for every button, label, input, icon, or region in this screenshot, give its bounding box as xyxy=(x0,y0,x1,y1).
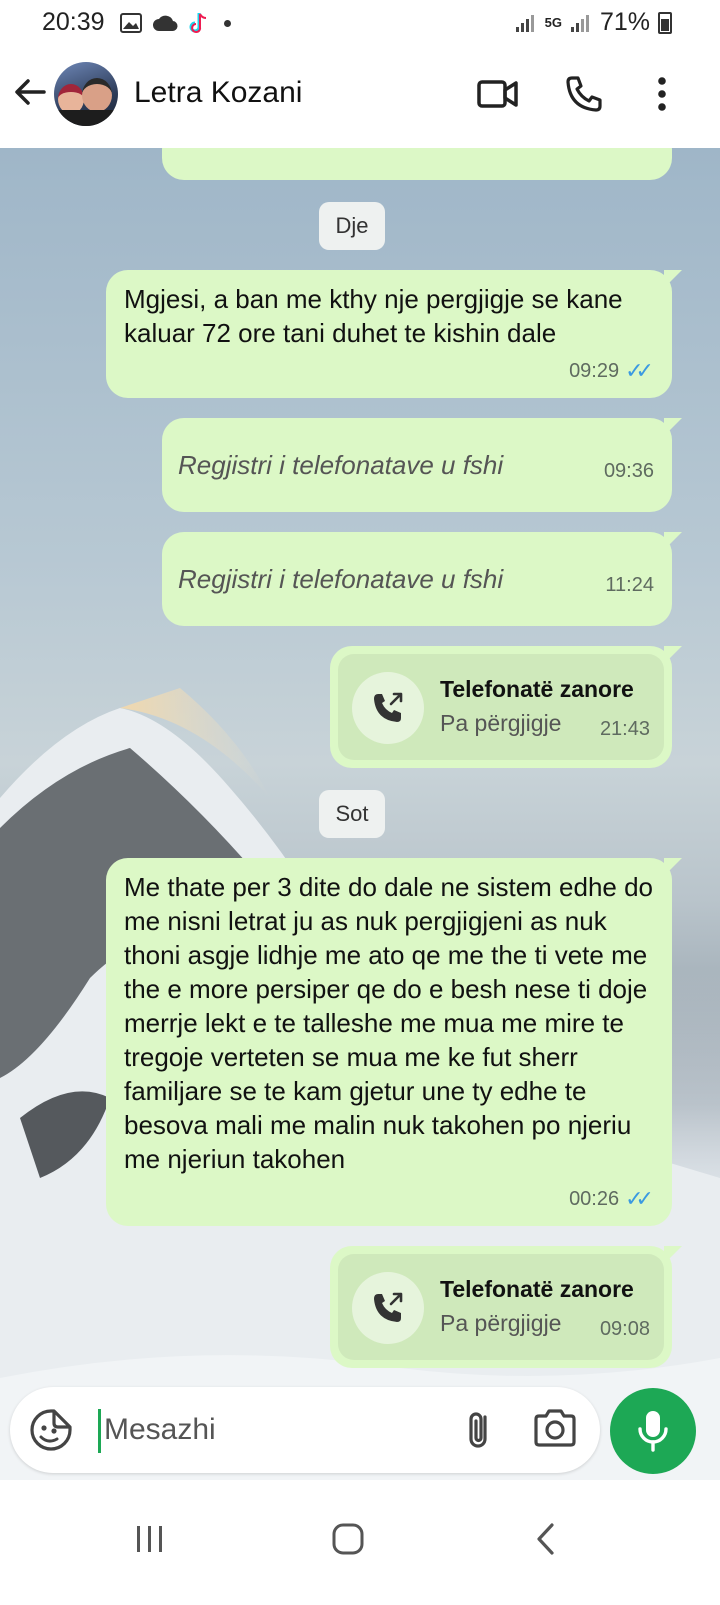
message-time: 09:36 xyxy=(603,460,654,482)
deleted-message-text: Regjistri i telefonatave u fshi xyxy=(178,564,504,594)
video-call-icon xyxy=(477,80,518,108)
more-icon xyxy=(658,77,666,111)
system-icons: 5G 71% xyxy=(515,8,672,37)
missed-call-icon xyxy=(374,692,403,722)
voice-message-button[interactable] xyxy=(610,1388,696,1474)
message-meta: 11:24 xyxy=(605,568,654,602)
emoji-button[interactable] xyxy=(28,1407,74,1453)
call-bubble[interactable]: Telefonatë zanore Pa përgjigje 09:08 xyxy=(330,1246,682,1368)
message-bubble[interactable]: Me thate per 3 dite do dale ne sistem ed… xyxy=(106,858,682,1226)
battery-level: 71% xyxy=(599,8,650,36)
contact-name[interactable]: Letra Kozani xyxy=(134,76,302,110)
call-status: Pa përgjigje xyxy=(440,1310,562,1336)
system-nav-bar xyxy=(0,1480,720,1605)
cloud-icon xyxy=(153,15,178,32)
message-time: 21:43 xyxy=(599,718,650,740)
back-button[interactable] xyxy=(12,74,52,114)
message-meta: 21:43 xyxy=(600,712,650,746)
missed-call-icon xyxy=(374,1292,403,1322)
message-time: 09:08 xyxy=(599,1318,650,1340)
chat-header: Letra Kozani xyxy=(0,48,720,148)
message-text: Me thate per 3 dite do dale ne sistem ed… xyxy=(124,872,654,1174)
mic-icon xyxy=(638,1411,668,1452)
deleted-message-bubble[interactable]: Regjistri i telefonatave u fshi 09:36 xyxy=(162,418,682,512)
network-type: 5G xyxy=(544,15,562,30)
phone-icon xyxy=(566,76,602,112)
more-options-button[interactable] xyxy=(638,70,686,118)
read-ticks-icon: ✓✓ xyxy=(625,1186,654,1211)
call-icon-circle xyxy=(352,1272,424,1344)
paperclip-icon xyxy=(469,1412,487,1448)
tiktok-icon xyxy=(189,13,207,33)
camera-icon xyxy=(534,1409,576,1447)
gallery-icon xyxy=(120,13,142,33)
read-ticks-icon: ✓✓ xyxy=(625,358,654,383)
status-time: 20:39 xyxy=(42,8,105,36)
call-title: Telefonatë zanore xyxy=(440,1276,634,1302)
message-time: 11:24 xyxy=(605,574,654,596)
deleted-message-bubble[interactable]: Regjistri i telefonatave u fshi 11:24 xyxy=(162,532,682,626)
message-bubble[interactable]: Mgjesi, a ban me kthy nje pergjigje se k… xyxy=(106,270,682,398)
message-meta: 09:36 xyxy=(604,454,654,488)
avatar[interactable] xyxy=(54,62,118,126)
back-arrow-icon xyxy=(15,79,46,105)
date-chip-today: Sot xyxy=(319,790,385,838)
call-icon-circle xyxy=(352,672,424,744)
message-bubble-partial[interactable] xyxy=(162,148,672,180)
message-time: 09:29 xyxy=(569,360,620,382)
notification-icons xyxy=(120,12,231,34)
message-text: Mgjesi, a ban me kthy nje pergjigje se k… xyxy=(124,284,623,348)
text-cursor xyxy=(98,1409,101,1453)
video-call-button[interactable] xyxy=(474,70,522,118)
emoji-icon xyxy=(30,1409,72,1451)
signal-icon xyxy=(515,14,534,32)
message-meta: 09:29 ✓✓ xyxy=(569,354,654,388)
recent-apps-icon xyxy=(137,1526,162,1552)
back-nav-button[interactable] xyxy=(516,1514,576,1564)
home-icon xyxy=(332,1523,364,1555)
more-notifications-icon xyxy=(224,19,231,27)
camera-button[interactable] xyxy=(532,1407,582,1453)
chat-area[interactable]: Dje Mgjesi, a ban me kthy nje pergjigje … xyxy=(0,148,720,1515)
date-chip-yesterday: Dje xyxy=(319,202,385,250)
back-nav-icon xyxy=(537,1523,554,1555)
signal-icon-2 xyxy=(570,14,589,32)
message-meta: 09:08 xyxy=(600,1312,650,1346)
status-bar: 20:39 5G 71% xyxy=(0,0,720,48)
message-time: 00:26 xyxy=(569,1188,620,1210)
attach-button[interactable] xyxy=(456,1407,502,1453)
deleted-message-text: Regjistri i telefonatave u fshi xyxy=(178,450,504,480)
recent-apps-button[interactable] xyxy=(120,1514,180,1564)
call-bubble[interactable]: Telefonatë zanore Pa përgjigje 21:43 xyxy=(330,646,682,768)
call-card: Telefonatë zanore Pa përgjigje 09:08 xyxy=(338,1254,664,1360)
message-meta: 00:26 ✓✓ xyxy=(569,1182,654,1216)
call-card: Telefonatë zanore Pa përgjigje 21:43 xyxy=(338,654,664,760)
message-input[interactable] xyxy=(104,1405,444,1455)
call-status: Pa përgjigje xyxy=(440,710,562,736)
voice-call-button[interactable] xyxy=(560,70,608,118)
home-button[interactable] xyxy=(318,1514,378,1564)
composer xyxy=(10,1387,600,1473)
call-title: Telefonatë zanore xyxy=(440,676,634,702)
battery-icon xyxy=(658,11,672,34)
